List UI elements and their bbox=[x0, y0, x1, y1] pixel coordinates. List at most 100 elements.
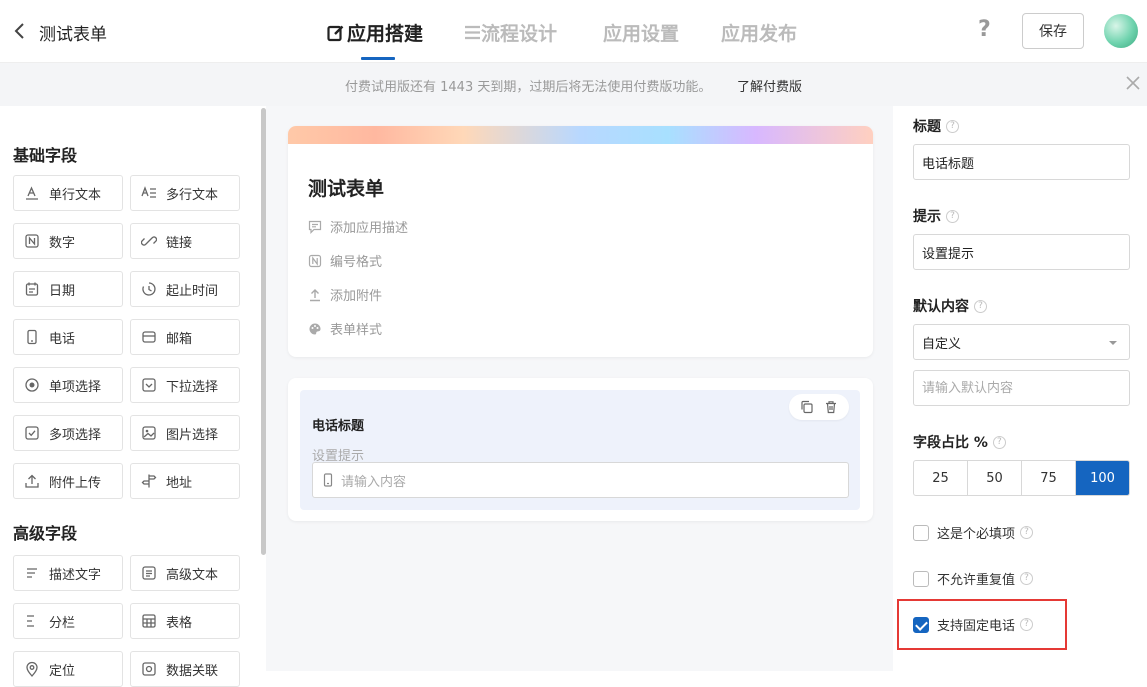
field-file-upload[interactable]: 附件上传 bbox=[13, 463, 123, 499]
width-option-100[interactable]: 100 bbox=[1076, 461, 1129, 495]
link-icon bbox=[141, 233, 157, 249]
field-number[interactable]: 数字 bbox=[13, 223, 123, 259]
phone-icon bbox=[321, 473, 335, 487]
close-icon[interactable] bbox=[1126, 76, 1140, 90]
form-style[interactable]: 表单样式 bbox=[308, 319, 382, 338]
field-single-line-text[interactable]: 单行文本 bbox=[13, 175, 123, 211]
field-width-label: 字段占比 %? bbox=[913, 432, 1006, 452]
save-button[interactable]: 保存 bbox=[1022, 13, 1084, 49]
help-circle-icon[interactable]: ? bbox=[1020, 526, 1034, 539]
rich-text-icon bbox=[141, 565, 157, 581]
field-table[interactable]: 表格 bbox=[130, 603, 240, 639]
tab-flow-design[interactable]: 流程设计 bbox=[464, 19, 557, 46]
field-dropdown[interactable]: 下拉选择 bbox=[130, 367, 240, 403]
form-title[interactable]: 测试表单 bbox=[308, 174, 384, 201]
field-label: 电话标题 bbox=[312, 419, 365, 434]
basic-fields-heading: 基础字段 bbox=[13, 146, 78, 165]
help-circle-icon[interactable]: ? bbox=[974, 299, 987, 313]
no-duplicate-checkbox[interactable] bbox=[913, 570, 929, 587]
hint-field[interactable] bbox=[913, 234, 1130, 270]
field-width-segmented: 25 50 75 100 bbox=[913, 460, 1130, 496]
field-date[interactable]: 日期 bbox=[13, 271, 123, 307]
help-circle-icon[interactable]: ? bbox=[946, 119, 959, 133]
address-icon bbox=[141, 473, 157, 489]
help-circle-icon[interactable]: ? bbox=[946, 209, 959, 223]
field-location[interactable]: 定位 bbox=[13, 651, 123, 687]
required-checkbox-row[interactable]: 这是个必填项 ? bbox=[913, 523, 1034, 542]
field-address[interactable]: 地址 bbox=[130, 463, 240, 499]
required-checkbox[interactable] bbox=[913, 524, 929, 541]
columns-icon bbox=[24, 613, 40, 629]
highlight-box bbox=[897, 599, 1067, 650]
comment-icon bbox=[308, 220, 322, 234]
field-email[interactable]: 邮箱 bbox=[130, 319, 240, 355]
field-multi-line-text[interactable]: 多行文本 bbox=[130, 175, 240, 211]
palette-icon bbox=[308, 322, 322, 336]
hint-label: 提示? bbox=[913, 206, 959, 226]
help-circle-icon[interactable]: ? bbox=[1020, 572, 1034, 585]
avatar[interactable] bbox=[1104, 14, 1138, 48]
calendar-icon bbox=[24, 281, 40, 297]
no-duplicate-checkbox-row[interactable]: 不允许重复值 ? bbox=[913, 569, 1034, 588]
notice-link[interactable]: 了解付费版 bbox=[737, 76, 802, 95]
add-attachment[interactable]: 添加附件 bbox=[308, 285, 382, 304]
field-columns[interactable]: 分栏 bbox=[13, 603, 123, 639]
width-option-25[interactable]: 25 bbox=[914, 461, 968, 495]
multiline-text-icon bbox=[141, 185, 157, 201]
help-circle-icon[interactable]: ? bbox=[992, 435, 1006, 449]
chevron-down-icon bbox=[1109, 341, 1117, 345]
notice-text: 付费试用版还有 1443 天到期，过期后将无法使用付费版功能。 bbox=[345, 80, 712, 95]
field-data-link[interactable]: 数据关联 bbox=[130, 651, 240, 687]
attachment-icon bbox=[308, 288, 322, 302]
clock-icon bbox=[141, 281, 157, 297]
radio-icon bbox=[24, 377, 40, 393]
copy-icon[interactable] bbox=[800, 400, 814, 414]
description-icon bbox=[24, 565, 40, 581]
field-time-range[interactable]: 起止时间 bbox=[130, 271, 240, 307]
back-icon[interactable] bbox=[12, 22, 28, 40]
field-rich-text[interactable]: 高级文本 bbox=[130, 555, 240, 591]
checkbox-icon bbox=[24, 425, 40, 441]
flow-icon bbox=[464, 24, 481, 41]
data-link-icon bbox=[141, 661, 157, 677]
field-link[interactable]: 链接 bbox=[130, 223, 240, 259]
app-title: 测试表单 bbox=[39, 25, 107, 45]
tab-app-build[interactable]: 应用搭建 bbox=[327, 19, 423, 46]
add-description[interactable]: 添加应用描述 bbox=[308, 217, 408, 236]
title-field[interactable] bbox=[913, 144, 1130, 180]
active-tab-indicator bbox=[361, 57, 395, 60]
default-content-select[interactable]: 自定义 bbox=[913, 324, 1130, 360]
field-description-text[interactable]: 描述文字 bbox=[13, 555, 123, 591]
phone-field-selected[interactable]: 电话标题 设置提示 请输入内容 bbox=[300, 390, 860, 510]
tab-app-publish[interactable]: 应用发布 bbox=[721, 19, 797, 46]
help-icon[interactable]: ? bbox=[978, 17, 991, 42]
field-multi-choice[interactable]: 多项选择 bbox=[13, 415, 123, 451]
tab-app-settings[interactable]: 应用设置 bbox=[603, 19, 679, 46]
phone-icon bbox=[24, 329, 40, 345]
form-banner bbox=[288, 126, 873, 144]
default-content-label: 默认内容? bbox=[913, 296, 987, 316]
field-phone[interactable]: 电话 bbox=[13, 319, 123, 355]
location-icon bbox=[24, 661, 40, 677]
phone-input[interactable]: 请输入内容 bbox=[312, 462, 849, 498]
field-toolbar bbox=[789, 394, 849, 420]
mail-icon bbox=[141, 329, 157, 345]
number-format-icon bbox=[308, 254, 322, 268]
edit-icon bbox=[327, 24, 345, 42]
number-format[interactable]: 编号格式 bbox=[308, 251, 382, 270]
form-header-card: 测试表单 添加应用描述 编号格式 添加附件 表单样式 bbox=[288, 126, 873, 357]
table-icon bbox=[141, 613, 157, 629]
field-image-choice[interactable]: 图片选择 bbox=[130, 415, 240, 451]
delete-icon[interactable] bbox=[824, 400, 838, 414]
title-label: 标题? bbox=[913, 116, 959, 136]
advanced-fields-heading: 高级字段 bbox=[13, 524, 78, 543]
text-icon bbox=[24, 185, 40, 201]
top-bar bbox=[0, 0, 1147, 62]
width-option-50[interactable]: 50 bbox=[968, 461, 1022, 495]
form-body-card: 电话标题 设置提示 请输入内容 bbox=[288, 378, 873, 521]
width-option-75[interactable]: 75 bbox=[1022, 461, 1076, 495]
field-single-choice[interactable]: 单项选择 bbox=[13, 367, 123, 403]
number-icon bbox=[24, 233, 40, 249]
default-content-input[interactable] bbox=[913, 370, 1130, 406]
upload-icon bbox=[24, 473, 40, 489]
